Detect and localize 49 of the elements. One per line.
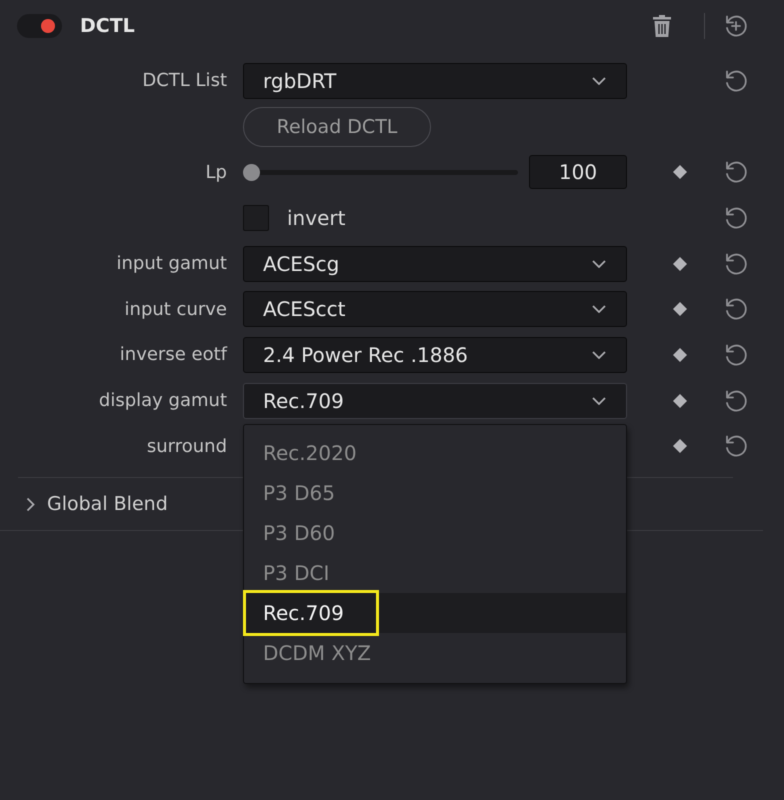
field-label: inverse eotf <box>120 344 227 366</box>
keyframe-diamond-icon[interactable] <box>673 256 687 271</box>
menu-option[interactable]: P3 D60 <box>244 512 626 553</box>
field-label: surround <box>146 436 227 457</box>
menu-option[interactable]: Rec.2020 <box>244 432 626 473</box>
dropdown-field[interactable]: ACEScct <box>243 291 627 328</box>
enable-toggle[interactable] <box>17 14 62 38</box>
reset-icon[interactable] <box>723 204 749 231</box>
field-label: DCTL List <box>142 70 227 92</box>
chevron-right-icon[interactable] <box>26 496 35 512</box>
field-label: input gamut <box>116 253 227 274</box>
reset-icon[interactable] <box>723 388 749 414</box>
reset-icon[interactable] <box>723 296 749 322</box>
keyframe-diamond-icon[interactable] <box>673 439 687 454</box>
trash-icon[interactable] <box>652 14 672 38</box>
section-title[interactable]: Global Blend <box>47 493 168 516</box>
panel-title: DCTL <box>80 15 135 37</box>
reset-icon[interactable] <box>723 433 749 460</box>
value-field[interactable]: 100 <box>529 155 627 190</box>
menu-option[interactable]: P3 D65 <box>244 472 626 513</box>
menu-option[interactable]: DCDM XYZ <box>244 632 626 673</box>
dropdown-field[interactable]: 2.4 Power Rec .1886 <box>243 336 627 373</box>
chevron-down-icon <box>592 305 606 314</box>
reset-icon[interactable] <box>723 159 749 186</box>
keyframe-diamond-icon[interactable] <box>673 394 687 408</box>
checkbox-label: invert <box>287 206 346 230</box>
reset-icon[interactable] <box>723 68 749 94</box>
menu-option[interactable]: Rec.709 <box>244 592 626 633</box>
keyframe-diamond-icon[interactable] <box>673 302 687 316</box>
menu-option[interactable]: P3 DCI <box>244 552 626 593</box>
reload-button[interactable]: Reload DCTL <box>243 106 431 147</box>
slider-thumb[interactable] <box>243 164 260 181</box>
chevron-down-icon <box>592 396 606 405</box>
chevron-down-icon <box>592 76 606 85</box>
dropdown-field[interactable]: rgbDRT <box>243 62 627 99</box>
keyframe-diamond-icon[interactable] <box>673 165 687 180</box>
chevron-down-icon <box>592 260 606 268</box>
keyframe-diamond-icon[interactable] <box>673 348 687 362</box>
slider-track[interactable] <box>243 164 518 181</box>
field-label: display gamut <box>98 390 227 412</box>
field-label: Lp <box>206 162 227 183</box>
dropdown-field[interactable]: ACEScg <box>243 246 627 282</box>
reset-icon[interactable] <box>723 250 749 277</box>
field-label: input curve <box>124 298 227 320</box>
dropdown-field[interactable]: Rec.709 <box>243 382 627 419</box>
reset-icon[interactable] <box>723 342 749 368</box>
add-reset-icon[interactable] <box>723 13 749 39</box>
chevron-down-icon <box>592 350 606 359</box>
checkbox[interactable] <box>243 204 269 231</box>
